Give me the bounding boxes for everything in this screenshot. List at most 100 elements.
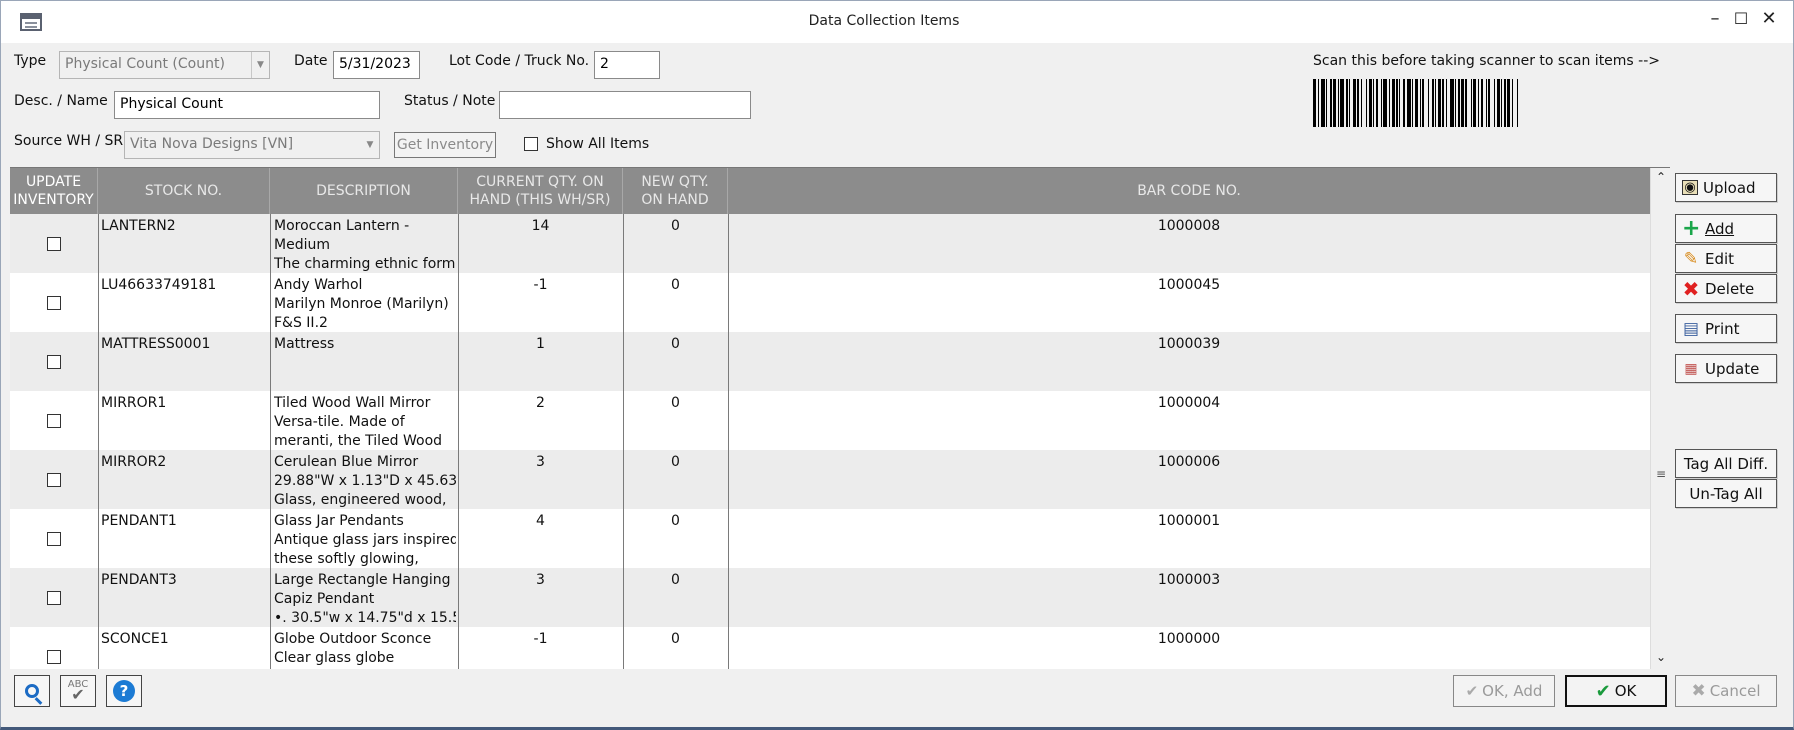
edit-button[interactable]: ✎ Edit [1675, 244, 1777, 273]
update-inventory-checkbox[interactable] [47, 296, 61, 310]
barcode-no-cell[interactable]: 1000003 [728, 568, 1650, 627]
barcode-no-cell[interactable]: 1000001 [728, 509, 1650, 568]
column-barcode-no[interactable]: BAR CODE NO. [728, 168, 1650, 214]
maximize-button[interactable]: ☐ [1727, 7, 1755, 31]
barcode-no-cell[interactable]: 1000004 [728, 391, 1650, 450]
status-field[interactable] [499, 91, 751, 119]
stock-no-cell[interactable]: MATTRESS0001 [101, 332, 269, 391]
upload-button[interactable]: ◉ Upload [1675, 173, 1777, 202]
column-new-qty[interactable]: NEW QTY. ON HAND [623, 168, 728, 214]
check-icon: ✔ [1595, 680, 1611, 702]
update-inventory-checkbox[interactable] [47, 650, 61, 664]
description-cell[interactable]: Globe Outdoor Sconce Clear glass globe [274, 627, 456, 669]
barcode-no-cell[interactable]: 1000000 [728, 627, 1650, 669]
update-inventory-checkbox[interactable] [47, 237, 61, 251]
date-field[interactable]: 5/31/2023 [333, 51, 420, 79]
description-line: meranti, the Tiled Wood [274, 433, 443, 449]
new-qty-cell[interactable]: 0 [623, 273, 728, 332]
update-inventory-checkbox[interactable] [47, 355, 61, 369]
stock-no-cell[interactable]: MIRROR1 [101, 391, 269, 450]
column-current-qty[interactable]: CURRENT QTY. ON HAND (THIS WH/SR) [458, 168, 623, 214]
source-label: Source WH / SR [14, 133, 124, 149]
spellcheck-button[interactable]: ABC ✔ [60, 675, 96, 707]
minimize-button[interactable]: – [1701, 7, 1729, 31]
stock-no-cell[interactable]: LU46633749181 [101, 273, 269, 332]
table-row[interactable]: MATTRESS0001 Mattress 1 0 1000039 [10, 332, 1650, 391]
source-combo[interactable]: Vita Nova Designs [VN] ▼ [124, 131, 380, 159]
stock-no-cell[interactable]: SCONCE1 [101, 627, 269, 669]
chevron-down-icon[interactable]: ▼ [361, 132, 379, 158]
pencil-icon: ✎ [1683, 248, 1699, 269]
scroll-up-icon[interactable]: ⌃ [1651, 170, 1670, 184]
table-row[interactable]: LANTERN2 Moroccan Lantern - Medium The char… [10, 214, 1650, 273]
update-inventory-checkbox[interactable] [47, 473, 61, 487]
stock-no-cell[interactable]: LANTERN2 [101, 214, 269, 273]
description-cell[interactable]: Tiled Wood Wall Mirror Versa-tile. Made o… [274, 391, 456, 450]
new-qty-cell[interactable]: 0 [623, 391, 728, 450]
table-row[interactable]: LU46633749181 Andy Warhol Marilyn Monroe (… [10, 273, 1650, 332]
new-qty-cell[interactable]: 0 [623, 450, 728, 509]
description-line: Versa-tile. Made of [274, 414, 405, 430]
help-button[interactable]: ? [106, 675, 142, 707]
table-row[interactable]: SCONCE1 Globe Outdoor Sconce Clear glass g… [10, 627, 1650, 669]
update-inventory-checkbox[interactable] [47, 414, 61, 428]
untag-all-button[interactable]: Un-Tag All [1675, 479, 1777, 508]
ok-add-button[interactable]: ✔ OK, Add [1453, 675, 1555, 707]
description-cell[interactable]: Moroccan Lantern - Medium The charming eth… [274, 214, 456, 273]
current-qty-cell[interactable]: 1 [458, 332, 623, 391]
print-button[interactable]: ▤ Print [1675, 314, 1777, 343]
column-update-inventory[interactable]: UPDATE INVENTORY [10, 168, 98, 214]
ok-button[interactable]: ✔ OK [1565, 675, 1667, 707]
new-qty-cell[interactable]: 0 [623, 332, 728, 391]
new-qty-cell[interactable]: 0 [623, 568, 728, 627]
description-cell[interactable]: Cerulean Blue Mirror 29.88"W x 1.13"D x 4… [274, 450, 456, 509]
barcode-no-cell[interactable]: 1000006 [728, 450, 1650, 509]
column-stock-no[interactable]: STOCK NO. [98, 168, 270, 214]
vertical-scrollbar[interactable]: ⌃ ≡ ⌄ [1650, 168, 1670, 669]
delete-button[interactable]: ✖ Delete [1675, 274, 1777, 303]
add-button[interactable]: + Add [1675, 214, 1777, 243]
update-button[interactable]: ▦ Update [1675, 354, 1777, 383]
barcode-no-cell[interactable]: 1000045 [728, 273, 1650, 332]
description-cell[interactable]: Large Rectangle Hanging Capiz Pendant •. 3… [274, 568, 456, 627]
description-cell[interactable]: Glass Jar Pendants Antique glass jars ins… [274, 509, 456, 568]
type-combo[interactable]: Physical Count (Count) ▼ [59, 51, 270, 79]
current-qty-cell[interactable]: -1 [458, 627, 623, 669]
tag-all-diff-button[interactable]: Tag All Diff. [1675, 449, 1777, 478]
stock-no-cell[interactable]: PENDANT3 [101, 568, 269, 627]
close-button[interactable]: ✕ [1755, 7, 1783, 31]
show-all-checkbox[interactable] [524, 137, 538, 151]
description-cell[interactable]: Andy Warhol Marilyn Monroe (Marilyn) F&S I… [274, 273, 456, 332]
scroll-thumb[interactable]: ≡ [1655, 468, 1667, 480]
cancel-button[interactable]: ✖ Cancel [1675, 675, 1777, 707]
update-inventory-checkbox[interactable] [47, 591, 61, 605]
current-qty-cell[interactable]: 4 [458, 509, 623, 568]
table-row[interactable]: PENDANT1 Glass Jar Pendants Antique glass … [10, 509, 1650, 568]
column-description[interactable]: DESCRIPTION [270, 168, 458, 214]
update-inventory-checkbox[interactable] [47, 532, 61, 546]
current-qty-cell[interactable]: 14 [458, 214, 623, 273]
lot-field[interactable]: 2 [594, 51, 660, 79]
description-line [274, 373, 456, 391]
table-row[interactable]: MIRROR1 Tiled Wood Wall Mirror Versa-tile.… [10, 391, 1650, 450]
new-qty-cell[interactable]: 0 [623, 509, 728, 568]
search-button[interactable] [14, 675, 50, 707]
get-inventory-button[interactable]: Get Inventory [394, 132, 496, 158]
barcode-no-cell[interactable]: 1000008 [728, 214, 1650, 273]
stock-no-cell[interactable]: PENDANT1 [101, 509, 269, 568]
desc-field[interactable]: Physical Count [114, 91, 380, 119]
new-qty-cell[interactable]: 0 [623, 627, 728, 669]
description-cell[interactable]: Mattress [274, 332, 456, 391]
current-qty-cell[interactable]: 3 [458, 450, 623, 509]
table-row[interactable]: PENDANT3 Large Rectangle Hanging Capiz Pen… [10, 568, 1650, 627]
barcode-no-cell[interactable]: 1000039 [728, 332, 1650, 391]
chevron-down-icon[interactable]: ▼ [251, 52, 269, 78]
current-qty-cell[interactable]: 3 [458, 568, 623, 627]
barcode-bar [1518, 79, 1520, 127]
stock-no-cell[interactable]: MIRROR2 [101, 450, 269, 509]
current-qty-cell[interactable]: 2 [458, 391, 623, 450]
current-qty-cell[interactable]: -1 [458, 273, 623, 332]
table-row[interactable]: MIRROR2 Cerulean Blue Mirror 29.88"W x 1.1… [10, 450, 1650, 509]
new-qty-cell[interactable]: 0 [623, 214, 728, 273]
scroll-down-icon[interactable]: ⌄ [1651, 650, 1670, 664]
